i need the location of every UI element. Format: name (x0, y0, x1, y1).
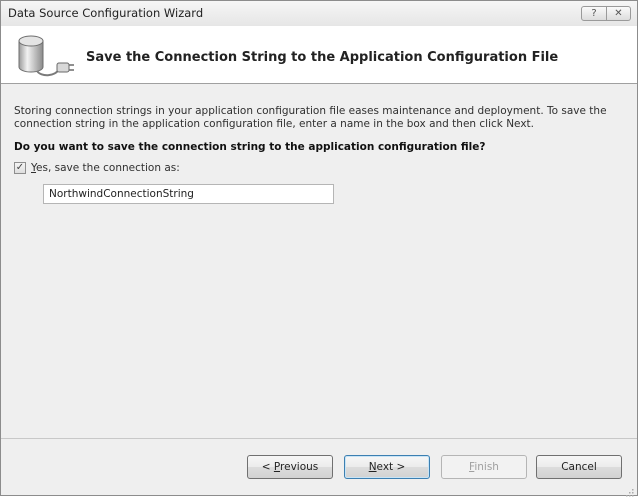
cancel-button[interactable]: Cancel (536, 455, 622, 479)
next-rest: ext > (376, 461, 406, 473)
wizard-content: Storing connection strings in your appli… (1, 85, 637, 435)
database-plug-icon (15, 33, 77, 83)
save-question: Do you want to save the connection strin… (14, 141, 486, 153)
wizard-window: Data Source Configuration Wizard ? ✕ Sav… (0, 0, 638, 497)
connection-name-input[interactable]: NorthwindConnectionString (43, 184, 334, 204)
help-button[interactable]: ? (581, 6, 607, 21)
title-bar[interactable]: Data Source Configuration Wizard ? ✕ (1, 1, 637, 26)
footer-divider (1, 438, 637, 439)
window-title: Data Source Configuration Wizard (8, 6, 204, 20)
resize-grip-icon[interactable] (624, 482, 634, 497)
save-connection-label[interactable]: Yes, save the connection as: (31, 162, 180, 174)
next-button[interactable]: Next > (344, 455, 430, 479)
save-connection-option[interactable]: ✓ Yes, save the connection as: (14, 162, 180, 174)
save-connection-checkbox[interactable]: ✓ (14, 162, 26, 174)
wizard-header: Save the Connection String to the Applic… (1, 26, 637, 84)
finish-rest: inish (474, 461, 499, 473)
previous-button[interactable]: < Previous (247, 455, 333, 479)
previous-rest: revious (280, 461, 319, 473)
title-bar-buttons: ? ✕ (581, 6, 631, 21)
finish-button[interactable]: Finish (441, 455, 527, 479)
close-button[interactable]: ✕ (607, 6, 631, 21)
description-text: Storing connection strings in your appli… (14, 105, 607, 130)
next-mnemonic: N (368, 461, 377, 473)
previous-prefix: < (261, 461, 274, 473)
save-connection-label-text: es, save the connection as: (36, 162, 180, 174)
page-title: Save the Connection String to the Applic… (86, 50, 559, 65)
